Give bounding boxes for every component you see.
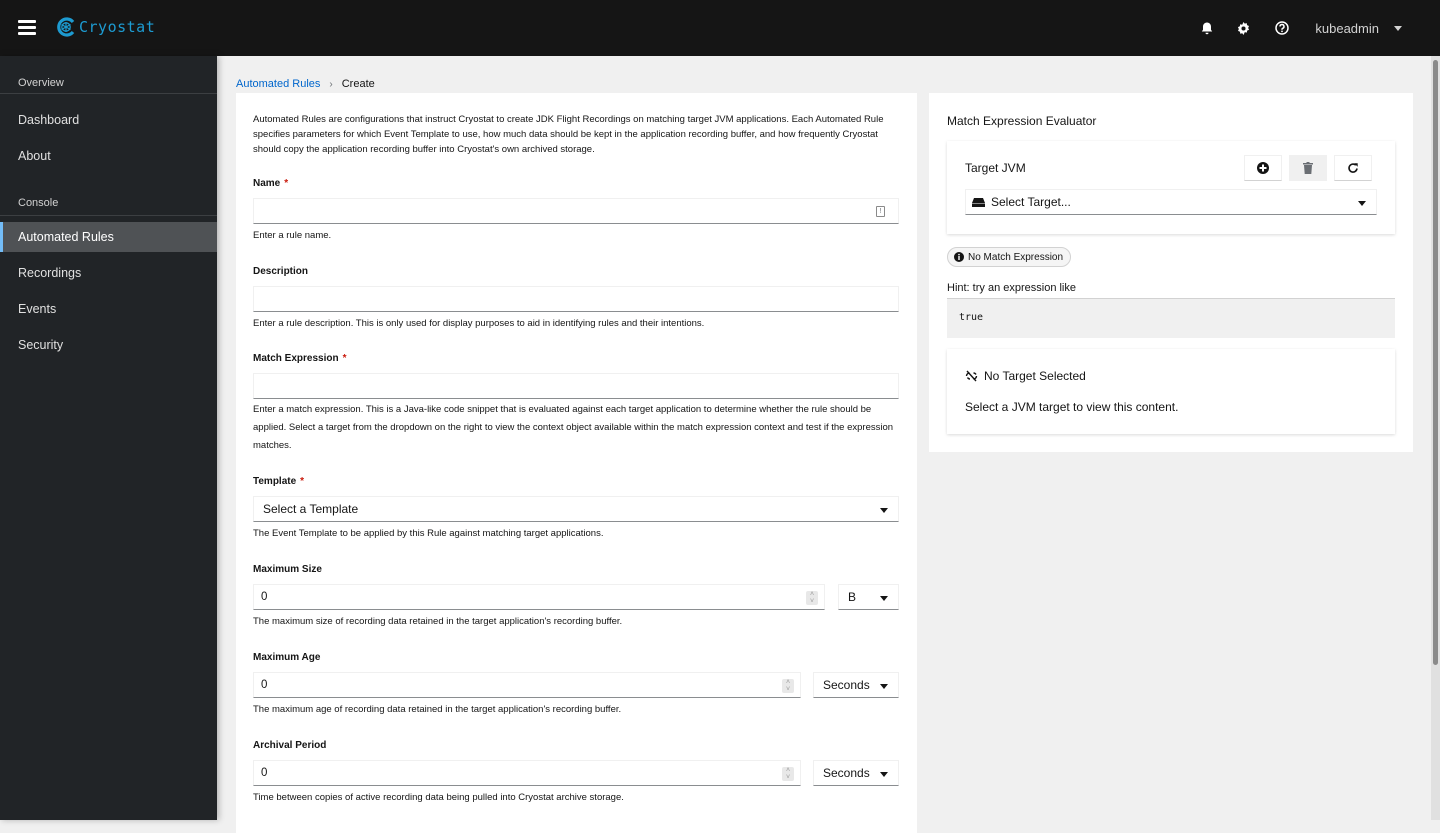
caret-down-icon (880, 596, 888, 601)
hamburger-menu-button[interactable] (18, 20, 36, 35)
notifications-button[interactable] (1198, 19, 1216, 37)
spinner-icon[interactable]: ˄ ˅ (782, 767, 794, 781)
delete-target-button[interactable] (1289, 155, 1327, 181)
plus-circle-icon (1257, 162, 1269, 174)
header-tools: kubeadmin (1198, 0, 1440, 56)
info-circle-icon (954, 252, 964, 262)
description-label: Description (253, 266, 309, 277)
scrollbar-thumb[interactable] (1433, 60, 1438, 665)
disconnected-icon (965, 370, 978, 382)
archival-period-helper: Time between copies of active recording … (253, 792, 624, 803)
sidebar-item-security[interactable]: Security (0, 327, 217, 363)
caret-down-icon (880, 508, 888, 513)
password-manager-icon[interactable]: ! (876, 206, 885, 217)
target-jvm-label: Target JVM (965, 161, 1026, 175)
empty-state-title: No Target Selected (965, 369, 1086, 383)
nav-section-overview: Overview (18, 77, 64, 89)
spinner-icon[interactable]: ˄ ˅ (782, 679, 794, 693)
form-description: Automated Rules are configurations that … (253, 114, 884, 155)
description-helper: Enter a rule description. This is only u… (253, 318, 705, 329)
help-button[interactable] (1273, 19, 1291, 37)
gear-icon (1237, 21, 1249, 35)
caret-down-icon (1358, 201, 1366, 206)
refresh-targets-button[interactable] (1334, 155, 1372, 181)
archival-period-input[interactable]: 0 ˄ ˅ (253, 760, 801, 786)
refresh-icon (1348, 163, 1358, 173)
masthead: Cryostat kubeadmin (0, 0, 1440, 56)
caret-down-icon (1394, 25, 1402, 31)
nav-section-console: Console (18, 197, 59, 209)
cryostat-logo-icon (57, 17, 75, 37)
hint-code-block: true (947, 298, 1395, 338)
target-jvm-card: Target JVM Select Target... (947, 141, 1395, 234)
no-target-selected-card: No Target Selected Select a JVM target t… (947, 349, 1395, 434)
max-size-label: Maximum Size (253, 564, 322, 575)
sidebar-item-automated-rules[interactable]: Automated Rules (0, 222, 217, 252)
nav-divider (0, 93, 217, 94)
caret-down-icon (880, 684, 888, 689)
settings-button[interactable] (1234, 19, 1252, 37)
sidebar-item-events[interactable]: Events (0, 291, 217, 327)
bell-icon (1202, 22, 1213, 34)
brand-name: Cryostat (79, 18, 156, 36)
user-menu-dropdown[interactable]: kubeadmin (1315, 21, 1402, 36)
chevron-right-icon: › (329, 78, 333, 90)
max-age-helper: The maximum age of recording data retain… (253, 704, 622, 715)
username: kubeadmin (1315, 20, 1379, 36)
match-expression-helper: Enter a match expression. This is a Java… (253, 404, 894, 451)
evaluator-title: Match Expression Evaluator (947, 114, 1097, 128)
hint-text: Hint: try an expression like (947, 282, 1076, 294)
caret-down-icon (880, 772, 888, 777)
archival-period-label: Archival Period (253, 740, 327, 751)
match-status-label: No Match Expression (947, 247, 1072, 267)
archival-period-unit-select[interactable]: Seconds (813, 760, 899, 786)
name-label: Name * (253, 178, 289, 189)
max-size-unit-select[interactable]: B (838, 584, 899, 610)
breadcrumb-link-automated-rules[interactable]: Automated Rules (236, 78, 320, 90)
spinner-icon[interactable]: ˄ ˅ (806, 591, 818, 605)
template-helper: The Event Template to be applied by this… (253, 528, 604, 539)
create-rule-form: Automated Rules are configurations that … (236, 93, 917, 833)
sidebar-item-recordings[interactable]: Recordings (0, 255, 217, 291)
page-scrollbar[interactable] (1431, 56, 1440, 820)
template-select[interactable]: Select a Template (253, 496, 899, 522)
max-age-label: Maximum Age (253, 652, 321, 663)
name-helper: Enter a rule name. (253, 230, 332, 241)
breadcrumb: Automated Rules › Create (236, 78, 375, 90)
match-expression-label: Match Expression * (253, 353, 347, 364)
sidebar-item-about[interactable]: About (0, 138, 217, 174)
nav-divider (0, 215, 217, 216)
trash-icon (1303, 162, 1313, 174)
match-expression-evaluator: Match Expression Evaluator Target JVM Se… (929, 93, 1413, 452)
brand-logo[interactable]: Cryostat (56, 17, 155, 37)
target-select[interactable]: Select Target... (965, 189, 1377, 215)
sidebar-item-dashboard[interactable]: Dashboard (0, 102, 217, 138)
name-input[interactable]: ! (253, 198, 899, 224)
breadcrumb-current: Create (341, 78, 375, 90)
template-label: Template * (253, 476, 305, 487)
max-age-unit-select[interactable]: Seconds (813, 672, 899, 698)
match-expression-input[interactable] (253, 373, 899, 399)
max-age-input[interactable]: 0 ˄ ˅ (253, 672, 801, 698)
max-size-helper: The maximum size of recording data retai… (253, 616, 623, 627)
server-icon (972, 197, 985, 207)
description-input[interactable] (253, 286, 899, 312)
max-size-input[interactable]: 0 ˄ ˅ (253, 584, 825, 610)
empty-state-body: Select a JVM target to view this content… (965, 400, 1179, 414)
help-icon (1275, 21, 1290, 35)
sidebar-nav: Overview Dashboard About Console Automat… (0, 56, 217, 820)
create-target-button[interactable] (1244, 155, 1282, 181)
